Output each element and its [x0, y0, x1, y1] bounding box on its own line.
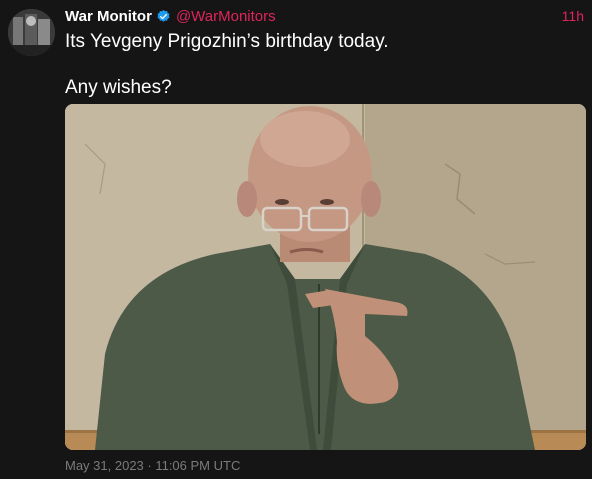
photo-image [65, 104, 586, 450]
relative-time[interactable]: 11h [562, 8, 584, 24]
tweet-text: Its Yevgeny Prigozhin’s birthday today. … [65, 30, 565, 99]
author-display-name[interactable]: War Monitor [65, 8, 152, 25]
author-avatar[interactable] [8, 9, 55, 56]
tweet: War Monitor @WarMonitors 11h Its Yevgeny… [0, 0, 592, 479]
avatar-image [8, 9, 55, 56]
author-handle[interactable]: @WarMonitors [176, 8, 276, 25]
tweet-header: War Monitor @WarMonitors 11h [65, 6, 584, 26]
verified-badge-icon [156, 9, 171, 24]
tweet-text-line-1: Its Yevgeny Prigozhin’s birthday today. [65, 31, 389, 52]
post-timestamp[interactable]: May 31, 2023 · 11:06 PM UTC [65, 458, 240, 473]
tweet-text-line-2: Any wishes? [65, 77, 172, 98]
tweet-media-photo[interactable] [65, 104, 586, 450]
